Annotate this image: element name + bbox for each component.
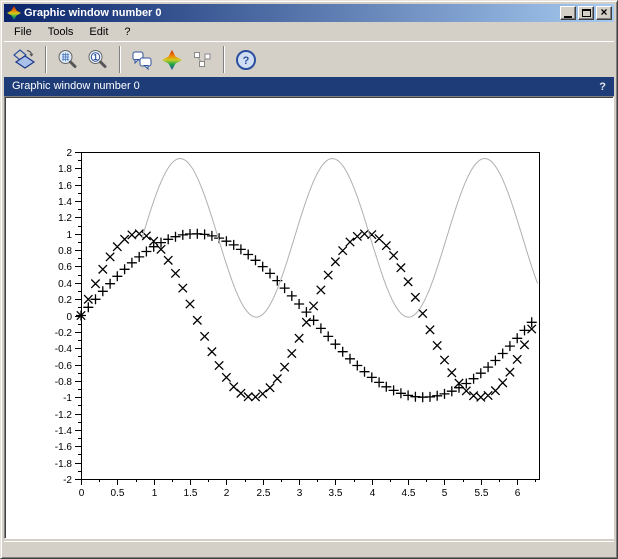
svg-text:-0.4: -0.4 <box>55 344 73 355</box>
svg-text:0: 0 <box>79 488 85 499</box>
svg-text:-2: -2 <box>63 475 72 486</box>
zoom-area-icon <box>56 48 80 72</box>
toolbar-separator <box>119 46 121 73</box>
datatip-button[interactable] <box>187 45 217 75</box>
svg-text:0.8: 0.8 <box>58 246 72 257</box>
svg-text:-1.2: -1.2 <box>55 410 73 421</box>
scilab-app-icon <box>7 6 21 20</box>
help-icon: ? <box>234 48 258 72</box>
toolbar-separator <box>223 46 225 73</box>
toolbar: 1 <box>4 41 614 77</box>
plot-svg[interactable]: 0 0.5 1 1.5 2 2.5 3 3.5 4 4.5 5 5.5 6 -2 -1.8 -1.6 -1.4 -… <box>5 97 611 538</box>
menu-file[interactable]: File <box>6 24 40 40</box>
menu-edit[interactable]: Edit <box>81 24 116 40</box>
linked-nodes-icon <box>190 48 214 72</box>
svg-text:0: 0 <box>66 312 72 323</box>
close-icon: × <box>600 7 607 19</box>
maximize-button[interactable] <box>578 6 594 20</box>
window-title: Graphic window number 0 <box>24 4 560 22</box>
svg-text:0.2: 0.2 <box>58 295 72 306</box>
rotate-icon <box>12 48 36 72</box>
original-view-icon: 1 <box>86 48 110 72</box>
svg-text:5.5: 5.5 <box>475 488 489 499</box>
toolbar-separator <box>45 46 47 73</box>
svg-text:0.4: 0.4 <box>58 279 72 290</box>
svg-text:3.5: 3.5 <box>329 488 343 499</box>
svg-text:1.2: 1.2 <box>58 213 72 224</box>
menu-help[interactable]: ? <box>116 24 138 40</box>
infobar-help-icon[interactable]: ? <box>599 81 606 93</box>
svg-text:-1.8: -1.8 <box>55 459 73 470</box>
svg-text:2.5: 2.5 <box>257 488 271 499</box>
svg-text:4.5: 4.5 <box>402 488 416 499</box>
svg-text:0.5: 0.5 <box>111 488 125 499</box>
svg-text:1: 1 <box>93 53 98 62</box>
rotate-button[interactable] <box>9 45 39 75</box>
svg-text:1.6: 1.6 <box>58 181 72 192</box>
graphics-editor-button[interactable] <box>127 45 157 75</box>
svg-text:-0.6: -0.6 <box>55 361 73 372</box>
zoom-area-button[interactable] <box>53 45 83 75</box>
menu-tools[interactable]: Tools <box>40 24 82 40</box>
menu-bar: File Tools Edit ? <box>4 22 614 41</box>
graphic-window: Graphic window number 0 × File Tools Edi… <box>0 0 618 559</box>
svg-text:1: 1 <box>152 488 158 499</box>
minimize-icon <box>564 16 572 18</box>
svg-text:2: 2 <box>66 148 72 159</box>
scilab-diamond-icon <box>160 48 184 72</box>
original-view-button[interactable]: 1 <box>83 45 113 75</box>
svg-text:-1.6: -1.6 <box>55 442 73 453</box>
svg-text:-0.8: -0.8 <box>55 377 73 388</box>
close-button[interactable]: × <box>596 6 612 20</box>
svg-text:1: 1 <box>66 230 72 241</box>
maximize-icon <box>582 9 591 17</box>
svg-text:1.8: 1.8 <box>58 164 72 175</box>
svg-text:0.6: 0.6 <box>58 262 72 273</box>
minimize-button[interactable] <box>560 6 576 20</box>
svg-text:-1.4: -1.4 <box>55 426 73 437</box>
plot-canvas: 0 0.5 1 1.5 2 2.5 3 3.5 4 4.5 5 5.5 6 -2 -1.8 -1.6 -1.4 -… <box>4 96 614 539</box>
svg-text:?: ? <box>243 55 250 67</box>
svg-text:-1: -1 <box>63 393 72 404</box>
svg-text:1.4: 1.4 <box>58 197 72 208</box>
title-bar[interactable]: Graphic window number 0 × <box>4 4 614 22</box>
figure-info-bar: Graphic window number 0 ? <box>4 77 614 96</box>
figure-title: Graphic window number 0 <box>12 77 599 96</box>
svg-text:3: 3 <box>297 488 303 499</box>
svg-text:6: 6 <box>515 488 521 499</box>
svg-text:4: 4 <box>370 488 376 499</box>
status-bar <box>4 541 614 555</box>
svg-text:2: 2 <box>224 488 230 499</box>
svg-text:-0.2: -0.2 <box>55 328 73 339</box>
svg-text:5: 5 <box>442 488 448 499</box>
svg-text:1.5: 1.5 <box>184 488 198 499</box>
speech-bubbles-icon <box>130 48 154 72</box>
help-button[interactable]: ? <box>231 45 261 75</box>
scilab-button[interactable] <box>157 45 187 75</box>
